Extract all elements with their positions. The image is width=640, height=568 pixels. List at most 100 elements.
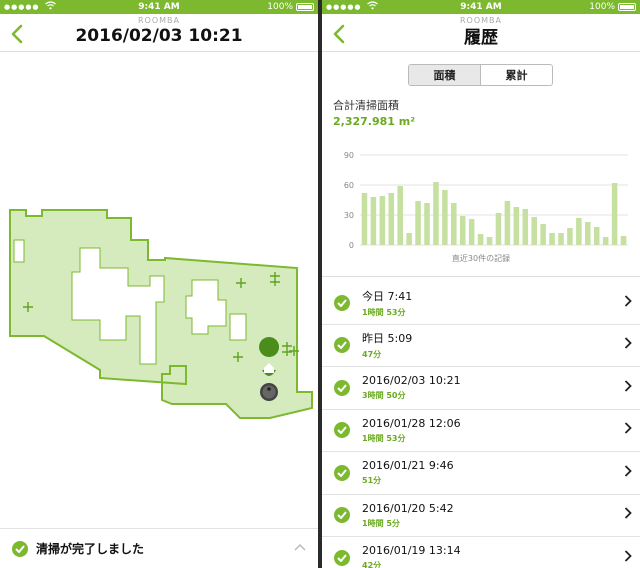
history-row[interactable]: 昨日 5:09 47分 bbox=[322, 325, 640, 367]
chart-bar bbox=[486, 237, 493, 245]
y-tick-label: 0 bbox=[349, 241, 354, 250]
area-bar-chart: 0 30 60 90 bbox=[344, 151, 628, 250]
chart-bar bbox=[397, 186, 403, 245]
chevron-left-icon bbox=[333, 24, 345, 44]
chart-bar bbox=[468, 219, 475, 245]
history-duration: 47分 bbox=[362, 350, 382, 360]
chart-bar bbox=[531, 217, 537, 245]
chart-bar bbox=[379, 196, 386, 245]
status-bar: ●●●●● 9:41 AM 100% bbox=[322, 0, 640, 14]
history-list: 今日 7:41 1時間 53分 昨日 5:09 47分 2016/02/03 10:21… bbox=[322, 282, 640, 568]
chevron-right-icon bbox=[624, 380, 632, 396]
area-chart: 0 30 60 90 bbox=[322, 140, 640, 270]
chart-bar bbox=[611, 183, 618, 245]
back-button[interactable] bbox=[330, 22, 350, 46]
page-title: 2016/02/03 10:21 bbox=[75, 25, 243, 46]
check-circle-icon bbox=[334, 422, 350, 439]
chart-bar bbox=[459, 216, 466, 245]
history-row[interactable]: 2016/02/03 10:21 3時間 50分 bbox=[322, 367, 640, 410]
chart-bar bbox=[415, 201, 421, 245]
history-date: 昨日 5:09 bbox=[362, 332, 413, 346]
chart-bar bbox=[495, 213, 502, 245]
chart-bar bbox=[433, 182, 439, 245]
tab-area[interactable]: 面積 bbox=[409, 65, 481, 85]
chart-bar bbox=[388, 193, 395, 245]
chart-bar bbox=[406, 233, 412, 245]
history-duration: 42分 bbox=[362, 561, 382, 568]
chart-bar bbox=[513, 207, 520, 245]
chart-bar bbox=[361, 193, 368, 245]
total-area-value: 2,327.981 m² bbox=[333, 115, 416, 128]
brand-label: ROOMBA bbox=[137, 16, 180, 25]
robot-position-icon bbox=[260, 383, 278, 401]
nav-bar: ROOMBA 履歴 bbox=[322, 14, 640, 52]
history-duration: 1時間 5分 bbox=[362, 518, 400, 528]
chart-bar bbox=[477, 234, 484, 245]
chart-bar bbox=[442, 190, 448, 245]
history-duration: 51分 bbox=[362, 476, 382, 486]
status-bar: ●●●●● 9:41 AM 100% bbox=[0, 0, 318, 14]
history-duration: 3時間 50分 bbox=[362, 391, 406, 401]
history-date: 2016/01/21 9:46 bbox=[362, 459, 454, 473]
view-toggle: 面積 累計 bbox=[408, 64, 553, 86]
history-row[interactable]: 2016/01/19 13:14 42分 bbox=[322, 537, 640, 568]
history-duration: 1時間 53分 bbox=[362, 307, 406, 317]
chart-bar bbox=[576, 218, 582, 245]
y-tick-label: 60 bbox=[344, 181, 354, 190]
check-circle-icon bbox=[334, 549, 350, 566]
check-circle-icon bbox=[334, 507, 350, 524]
history-date: 今日 7:41 bbox=[362, 289, 413, 303]
nav-bar: ROOMBA 2016/02/03 10:21 bbox=[0, 14, 318, 52]
completion-message: 清掃が完了しました bbox=[36, 542, 145, 556]
check-circle-icon bbox=[334, 294, 350, 311]
history-row[interactable]: 2016/01/21 9:46 51分 bbox=[322, 452, 640, 495]
history-row[interactable]: 今日 7:41 1時間 53分 bbox=[322, 282, 640, 325]
brand-label: ROOMBA bbox=[459, 16, 502, 25]
chevron-right-icon bbox=[624, 465, 632, 481]
history-row[interactable]: 2016/01/20 5:42 1時間 5分 bbox=[322, 495, 640, 537]
chart-bar bbox=[370, 197, 377, 245]
chevron-right-icon bbox=[624, 507, 632, 523]
check-circle-icon bbox=[334, 464, 350, 481]
chevron-right-icon bbox=[624, 295, 632, 311]
chevron-up-icon[interactable] bbox=[294, 543, 306, 554]
battery-icon bbox=[296, 3, 314, 11]
status-time: 9:41 AM bbox=[138, 2, 180, 12]
history-date: 2016/01/28 12:06 bbox=[362, 416, 461, 430]
y-tick-label: 30 bbox=[344, 211, 354, 220]
check-circle-icon bbox=[334, 379, 350, 396]
page-title: 履歴 bbox=[464, 28, 498, 48]
history-duration: 1時間 53分 bbox=[362, 433, 406, 443]
chart-bar bbox=[522, 209, 529, 245]
chart-bar bbox=[451, 203, 457, 245]
chart-bar bbox=[504, 201, 511, 245]
history-screen: ●●●●● 9:41 AM 100% ROOMBA 履歴 面積 累計 合計清掃面… bbox=[322, 0, 640, 568]
chart-bar bbox=[620, 236, 627, 245]
history-date: 2016/02/03 10:21 bbox=[362, 374, 461, 388]
chart-bar bbox=[585, 222, 591, 245]
cleaning-map[interactable] bbox=[0, 52, 318, 526]
history-date: 2016/01/19 13:14 bbox=[362, 544, 461, 558]
chart-bar bbox=[558, 233, 564, 245]
chevron-left-icon bbox=[11, 24, 23, 44]
section-divider bbox=[322, 276, 640, 277]
tab-cumulative[interactable]: 累計 bbox=[481, 65, 552, 85]
y-tick-label: 90 bbox=[344, 151, 354, 160]
chevron-right-icon bbox=[624, 422, 632, 438]
chevron-right-icon bbox=[624, 550, 632, 566]
status-time: 9:41 AM bbox=[460, 2, 502, 12]
back-button[interactable] bbox=[8, 22, 28, 46]
chart-bar bbox=[540, 224, 546, 245]
total-area-label: 合計清掃面積 bbox=[333, 99, 399, 112]
chevron-right-icon bbox=[624, 337, 632, 353]
chart-bar bbox=[549, 233, 555, 245]
chart-bar bbox=[567, 228, 573, 245]
check-circle-icon bbox=[334, 337, 350, 354]
chart-caption: 直近30件の記録 bbox=[451, 254, 511, 263]
chart-bar bbox=[424, 203, 430, 245]
history-row[interactable]: 2016/01/28 12:06 1時間 53分 bbox=[322, 410, 640, 452]
completion-bar[interactable]: 清掃が完了しました bbox=[0, 528, 318, 568]
chart-bar bbox=[593, 227, 600, 245]
check-circle-icon bbox=[12, 540, 28, 557]
map-screen: ●●●●● 9:41 AM 100% ROOMBA 2016/02/03 10:… bbox=[0, 0, 318, 568]
